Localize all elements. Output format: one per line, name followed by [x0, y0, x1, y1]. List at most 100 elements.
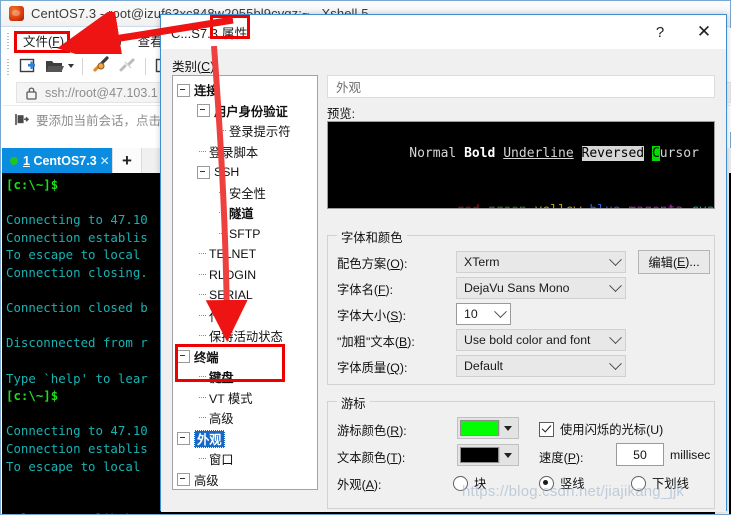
tab-centos73[interactable]: 1 CentOS7.3 ✕	[2, 148, 112, 173]
tree-connector-icon	[217, 192, 229, 194]
chevron-down-icon	[605, 356, 625, 371]
chevron-down-icon	[605, 252, 625, 267]
tree-item-10[interactable]: SERIAL	[173, 285, 317, 306]
tab-number: 1	[23, 153, 30, 168]
cursor-shape-vertical-radio-row[interactable]: 竖线	[539, 474, 585, 492]
close-icon[interactable]: ✕	[100, 154, 110, 168]
close-icon[interactable]: ✕	[682, 15, 726, 49]
dialog-titlebar: C...S7.3 属性 ? ✕	[161, 15, 726, 49]
font-size-combo[interactable]: 10	[456, 303, 511, 325]
tree-item-0[interactable]: 连接	[173, 80, 317, 101]
tree-item-4[interactable]: SSH	[173, 162, 317, 183]
font-quality-combo[interactable]: Default	[456, 355, 626, 377]
tree-item-1[interactable]: 用户身份验证	[173, 101, 317, 122]
toolbar-separator	[82, 57, 83, 75]
tree-item-6[interactable]: 隧道	[173, 203, 317, 224]
cursor-shape-block-radio-row[interactable]: 块	[453, 474, 486, 492]
green-dot-icon	[10, 156, 18, 165]
help-icon[interactable]: ?	[638, 15, 682, 49]
text-color-picker[interactable]	[457, 444, 519, 466]
cursor-shape-block-radio[interactable]	[453, 475, 468, 491]
tree-item-3[interactable]: 登录脚本	[173, 142, 317, 163]
tree-item-15[interactable]: VT 模式	[173, 388, 317, 409]
cursor-shape-underline-radio-row[interactable]: 下划线	[631, 474, 689, 492]
tree-item-label: 高级	[194, 473, 219, 488]
cursor-group-title: 游标	[337, 394, 370, 412]
preview-color-green: green	[488, 203, 527, 208]
tree-connector-icon	[197, 151, 209, 153]
tree-item-label: 代理	[209, 309, 234, 324]
tree-expander-minus-icon[interactable]	[197, 165, 210, 179]
cursor-color-swatch	[460, 420, 499, 436]
blinking-cursor-checkbox-row[interactable]: 使用闪烁的光标(U)	[539, 420, 663, 438]
tree-item-8[interactable]: TELNET	[173, 244, 317, 265]
open-folder-icon[interactable]	[43, 55, 65, 77]
tree-expander-minus-icon[interactable]	[177, 432, 190, 446]
tree-connector-icon	[197, 458, 209, 460]
font-size-label: 字体大小(S):	[337, 309, 407, 323]
tree-item-2[interactable]: 登录提示符	[173, 121, 317, 142]
cursor-shape-vertical-radio[interactable]	[539, 475, 554, 491]
dropdown-caret-icon[interactable]	[499, 420, 516, 436]
preview-color-yellow: yellow	[535, 203, 582, 208]
session-url-text: ssh://root@47.103.1	[45, 85, 158, 100]
tree-item-label: 安全性	[229, 186, 266, 201]
cursor-color-picker[interactable]	[457, 417, 519, 439]
tree-item-5[interactable]: 安全性	[173, 183, 317, 204]
tree-expander-minus-icon[interactable]	[177, 473, 190, 487]
font-name-value: DejaVu Sans Mono	[464, 281, 570, 295]
bold-text-combo[interactable]: Use bold color and font	[456, 329, 626, 351]
preview-color-red: red	[456, 203, 479, 208]
properties-dialog: C...S7.3 属性 ? ✕ 类别(C): 连接 用户身份验证 登录提示符 登录脚本…	[160, 14, 727, 512]
tree-connector-icon	[197, 274, 209, 276]
tree-item-12[interactable]: 保持活动状态	[173, 326, 317, 347]
blinking-cursor-checkbox[interactable]	[539, 421, 554, 437]
cursor-appearance-label: 外观(A):	[337, 478, 382, 492]
tree-item-label: 高级	[209, 412, 234, 427]
tree-item-16[interactable]: 高级	[173, 408, 317, 429]
tree-item-13[interactable]: 终端	[173, 347, 317, 368]
menu-item-edit[interactable]: 编辑(E)	[72, 28, 130, 53]
tree-connector-icon	[197, 417, 209, 419]
color-scheme-combo[interactable]: XTerm	[456, 251, 626, 273]
edit-scheme-button[interactable]: 编辑(E)...	[638, 250, 710, 274]
tree-expander-minus-icon[interactable]	[197, 104, 210, 118]
menu-item-file[interactable]: 文件(F)	[15, 28, 72, 53]
tree-expander-minus-icon[interactable]	[177, 350, 190, 364]
tree-item-19[interactable]: 高级	[173, 470, 317, 490]
text-color-label: 文本颜色(T):	[337, 451, 406, 465]
open-folder-dropdown-caret-icon[interactable]	[68, 64, 74, 68]
tree-item-9[interactable]: RLOGIN	[173, 265, 317, 286]
tree-item-18[interactable]: 窗口	[173, 449, 317, 470]
new-session-icon[interactable]	[17, 55, 39, 77]
category-tree[interactable]: 连接 用户身份验证 登录提示符 登录脚本 SSH 安全性隧道 SFTP TELNET RLOGI…	[172, 75, 318, 490]
tree-expander-minus-icon[interactable]	[177, 83, 190, 97]
connect-icon[interactable]	[90, 55, 112, 77]
preview-cursor-char: C	[651, 146, 660, 161]
tree-item-17[interactable]: 外观	[173, 429, 317, 450]
preview-reversed-text: Reversed	[581, 146, 645, 161]
dialog-titlebar-buttons: ? ✕	[638, 15, 726, 49]
font-quality-label: 字体质量(Q):	[337, 361, 408, 375]
blink-speed-input[interactable]: 50	[616, 443, 664, 466]
tree-item-label: 保持活动状态	[209, 330, 283, 345]
font-size-value: 10	[464, 307, 478, 321]
preview-normal-text: Normal	[409, 146, 465, 161]
cursor-shape-underline-radio[interactable]	[631, 475, 646, 491]
new-tab-button[interactable]: +	[112, 148, 142, 173]
cursor-color-label: 游标颜色(R):	[337, 424, 407, 438]
preview-row2-indent	[409, 203, 456, 208]
tree-item-label: 终端	[194, 350, 219, 365]
cursor-shape-underline-label: 下划线	[652, 477, 689, 491]
tree-item-11[interactable]: 代理	[173, 306, 317, 327]
cursor-shape-block-label: 块	[474, 477, 487, 491]
tree-item-7[interactable]: SFTP	[173, 224, 317, 245]
add-session-icon[interactable]	[14, 112, 29, 127]
preview-space-2	[644, 146, 652, 161]
font-name-combo[interactable]: DejaVu Sans Mono	[456, 277, 626, 299]
tree-item-14[interactable]: 键盘	[173, 367, 317, 388]
toolbar-gripper[interactable]	[5, 57, 13, 75]
menu-gripper[interactable]	[5, 31, 13, 49]
dropdown-caret-icon[interactable]	[499, 447, 516, 463]
appearance-preview: Normal Bold Underline Reversed Cursor re…	[327, 121, 715, 209]
